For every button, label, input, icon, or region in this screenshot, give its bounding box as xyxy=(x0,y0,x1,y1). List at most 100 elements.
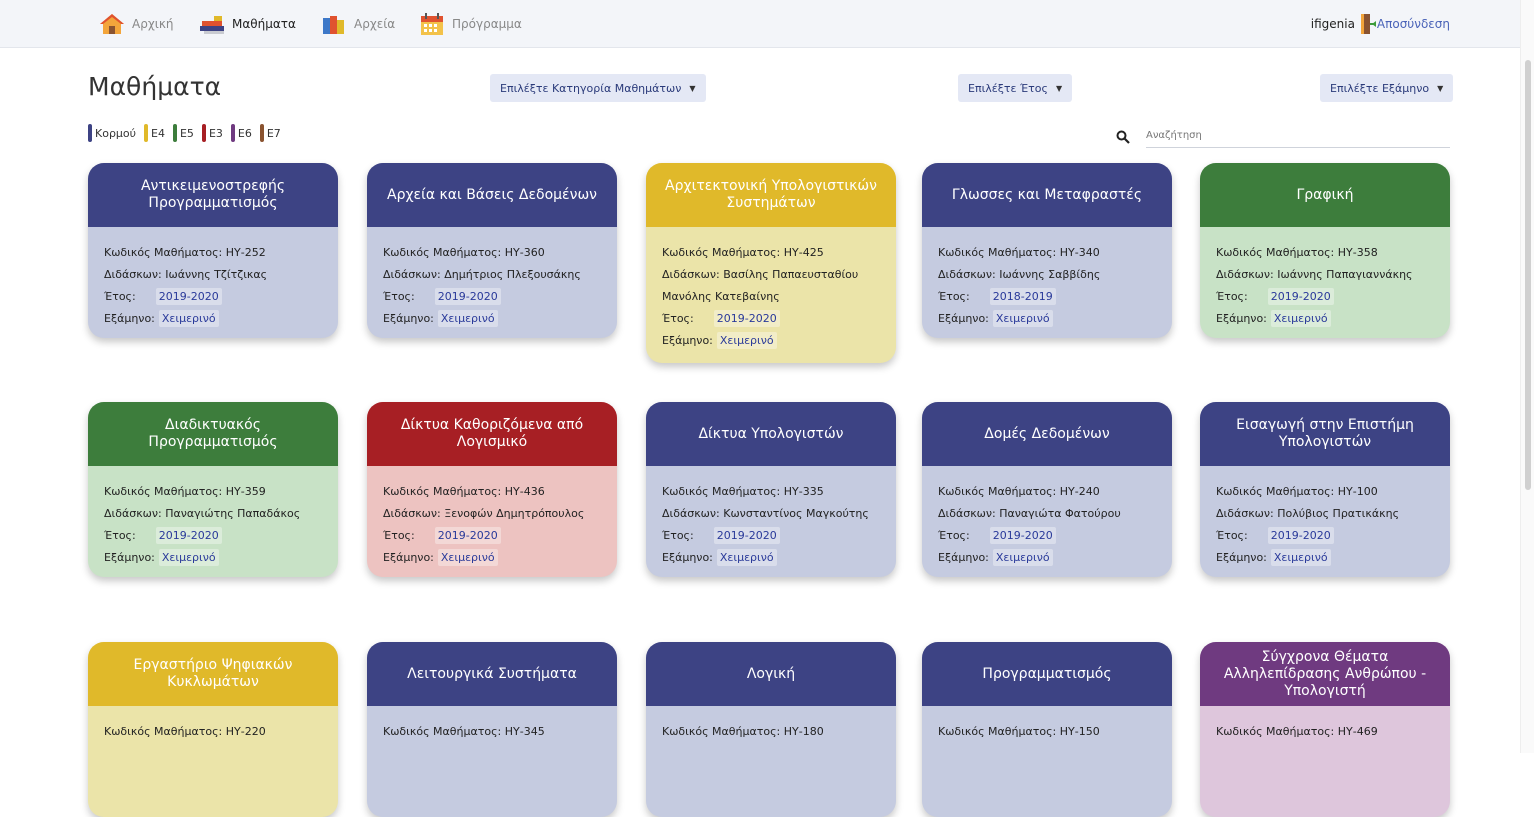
semester-label: Εξάμηνο: xyxy=(662,550,713,564)
teacher-row: Διδάσκων: Παναγιώτα Φατούρου xyxy=(938,502,1156,524)
course-details: Κωδικός Μαθήματος: ΗΥ-150 xyxy=(922,706,1172,742)
year-label: Έτος: xyxy=(383,528,415,542)
teacher-row: Μανόλης Κατεβαίνης xyxy=(662,285,880,307)
course-card[interactable]: Προγραμματισμός Κωδικός Μαθήματος: ΗΥ-150 xyxy=(922,642,1172,817)
semester-row: Εξάμηνο: Χειμερινό xyxy=(104,307,322,329)
nav-courses-label: Μαθήματα xyxy=(232,17,296,31)
legend-swatch xyxy=(144,124,149,142)
course-card[interactable]: Αρχιτεκτονική Υπολογιστικών Συστημάτων Κω… xyxy=(646,163,896,363)
legend-item: Ε5 xyxy=(172,124,194,142)
nav-schedule-label: Πρόγραμμα xyxy=(452,17,522,31)
course-code-row: Κωδικός Μαθήματος: ΗΥ-358 xyxy=(1216,241,1434,263)
scrollbar[interactable] xyxy=(1520,0,1534,753)
year-label: Έτος: xyxy=(104,528,136,542)
semester-dropdown[interactable]: Επιλέξτε Εξάμηνο ▼ xyxy=(1320,74,1454,102)
course-details: Κωδικός Μαθήματος: ΗΥ-436 Διδάσκων: Ξενοφ… xyxy=(367,466,617,568)
course-card[interactable]: Εισαγωγή στην Επιστήμη Υπολογιστών Κωδικό… xyxy=(1200,402,1450,577)
teacher-label: Διδάσκων: xyxy=(1216,506,1274,520)
code-label: Κωδικός Μαθήματος: xyxy=(104,484,223,498)
year-row: Έτος: 2018-2019 xyxy=(938,285,1156,307)
semester-label: Εξάμηνο: xyxy=(383,550,434,564)
course-card[interactable]: Αρχεία και Βάσεις Δεδομένων Κωδικός Μαθήμ… xyxy=(367,163,617,338)
teacher-label: Διδάσκων: xyxy=(104,267,162,281)
nav-files[interactable]: Αρχεία xyxy=(320,0,395,48)
course-card[interactable]: Λειτουργικά Συστήματα Κωδικός Μαθήματος: … xyxy=(367,642,617,817)
semester-row: Εξάμηνο: Χειμερινό xyxy=(383,307,601,329)
teacher-name: Ιωάννης Παπαγιαννάκης xyxy=(1277,267,1413,281)
code-label: Κωδικός Μαθήματος: xyxy=(938,484,1057,498)
legend-label: Ε7 xyxy=(266,126,281,140)
course-card[interactable]: Δίκτυα Καθοριζόμενα από Λογισμικό Κωδικός… xyxy=(367,402,617,577)
legend-swatch xyxy=(172,124,177,142)
top-navbar: Αρχική Μαθήματα Αρχεία Πρόγραμμα ifigeni… xyxy=(0,0,1520,48)
code-label: Κωδικός Μαθήματος: xyxy=(104,245,223,259)
legend-label: Ε3 xyxy=(208,126,223,140)
course-card[interactable]: Δομές Δεδομένων Κωδικός Μαθήματος: ΗΥ-240… xyxy=(922,402,1172,577)
course-title: Δίκτυα Υπολογιστών xyxy=(646,402,896,466)
teacher-row: Διδάσκων: Παναγιώτης Παπαδάκος xyxy=(104,502,322,524)
course-details: Κωδικός Μαθήματος: ΗΥ-359 Διδάσκων: Παναγ… xyxy=(88,466,338,568)
teacher-label: Διδάσκων: xyxy=(383,506,441,520)
course-card[interactable]: Δίκτυα Υπολογιστών Κωδικός Μαθήματος: ΗΥ-… xyxy=(646,402,896,577)
nav-home[interactable]: Αρχική xyxy=(98,0,174,48)
semester-label: Εξάμηνο: xyxy=(383,311,434,325)
legend-label: Ε4 xyxy=(151,126,165,140)
teacher-row: Διδάσκων: Ιωάννης Τζίτζικας xyxy=(104,263,322,285)
calendar-icon xyxy=(418,12,446,36)
year-dropdown-label: Επιλέξτε Έτος xyxy=(968,81,1048,95)
course-card[interactable]: Εργαστήριο Ψηφιακών Κυκλωμάτων Κωδικός Μα… xyxy=(88,642,338,817)
semester-label: Εξάμηνο: xyxy=(1216,311,1267,325)
course-code-row: Κωδικός Μαθήματος: ΗΥ-252 xyxy=(104,241,322,263)
logout-link[interactable]: Αποσύνδεση xyxy=(1377,17,1450,31)
course-title-text: Σύγχρονα Θέματα Αλληλεπίδρασης Ανθρώπου … xyxy=(1223,648,1427,699)
nav-schedule[interactable]: Πρόγραμμα xyxy=(418,0,522,48)
legend-label: Ε5 xyxy=(179,126,194,140)
course-title-text: Δίκτυα Καθοριζόμενα από Λογισμικό xyxy=(400,417,584,450)
year-badge: 2019-2020 xyxy=(155,526,222,544)
teacher-label: Διδάσκων: xyxy=(938,506,996,520)
legend-label: Κορμού xyxy=(95,126,137,140)
course-code: ΗΥ-340 xyxy=(1059,245,1100,259)
teacher-row: Διδάσκων: Ιωάννης Σαββίδης xyxy=(938,263,1156,285)
course-code-row: Κωδικός Μαθήματος: ΗΥ-345 xyxy=(383,720,601,742)
course-details: Κωδικός Μαθήματος: ΗΥ-240 Διδάσκων: Παναγ… xyxy=(922,466,1172,568)
scroll-thumb[interactable] xyxy=(1525,60,1531,490)
legend-item: Κορμού xyxy=(88,124,136,142)
course-details: Κωδικός Μαθήματος: ΗΥ-340 Διδάσκων: Ιωάνν… xyxy=(922,227,1172,329)
course-card[interactable]: Γραφική Κωδικός Μαθήματος: ΗΥ-358 Διδάσκων… xyxy=(1200,163,1450,338)
teacher-row: Διδάσκων: Βασίλης Παπαευσταθίου xyxy=(662,263,880,285)
course-title: Προγραμματισμός xyxy=(922,642,1172,706)
year-row: Έτος: 2019-2020 xyxy=(383,285,601,307)
course-code-row: Κωδικός Μαθήματος: ΗΥ-359 xyxy=(104,480,322,502)
course-card[interactable]: Σύγχρονα Θέματα Αλληλεπίδρασης Ανθρώπου … xyxy=(1200,642,1450,817)
caret-down-icon: ▼ xyxy=(1437,83,1444,93)
legend-swatch xyxy=(201,124,206,142)
course-code: ΗΥ-252 xyxy=(225,245,266,259)
legend-label: Ε6 xyxy=(237,126,252,140)
search-icon[interactable] xyxy=(1116,129,1130,144)
teacher-name: Ξενοφών Δημητρόπουλος xyxy=(444,506,585,520)
year-row: Έτος: 2019-2020 xyxy=(662,307,880,329)
nav-courses[interactable]: Μαθήματα xyxy=(198,0,296,48)
search-input[interactable] xyxy=(1146,124,1450,148)
course-title-text: Λογική xyxy=(746,665,796,682)
code-label: Κωδικός Μαθήματος: xyxy=(662,484,781,498)
logout-door-icon[interactable] xyxy=(1359,13,1376,35)
course-card[interactable]: Λογική Κωδικός Μαθήματος: ΗΥ-180 xyxy=(646,642,896,817)
course-card[interactable]: Αντικειμενοστρεφής Προγραμματισμός Κωδικό… xyxy=(88,163,338,338)
course-title: Λειτουργικά Συστήματα xyxy=(367,642,617,706)
course-card[interactable]: Διαδικτυακός Προγραμματισμός Κωδικός Μαθή… xyxy=(88,402,338,577)
teacher-name: Μανόλης Κατεβαίνης xyxy=(662,289,780,303)
teacher-label: Διδάσκων: xyxy=(1216,267,1274,281)
course-title: Εργαστήριο Ψηφιακών Κυκλωμάτων xyxy=(88,642,338,706)
year-dropdown[interactable]: Επιλέξτε Έτος ▼ xyxy=(958,74,1073,102)
code-label: Κωδικός Μαθήματος: xyxy=(938,245,1057,259)
semester-label: Εξάμηνο: xyxy=(938,311,989,325)
teacher-name: Παναγιώτης Παπαδάκος xyxy=(165,506,301,520)
year-badge: 2019-2020 xyxy=(713,309,780,327)
year-label: Έτος: xyxy=(938,528,970,542)
semester-label: Εξάμηνο: xyxy=(662,333,713,347)
course-title-text: Δίκτυα Υπολογιστών xyxy=(698,425,844,442)
category-dropdown[interactable]: Επιλέξτε Κατηγορία Μαθημάτων ▼ xyxy=(490,74,706,102)
course-card[interactable]: Γλωσσες και Μεταφραστές Κωδικός Μαθήματος… xyxy=(922,163,1172,338)
